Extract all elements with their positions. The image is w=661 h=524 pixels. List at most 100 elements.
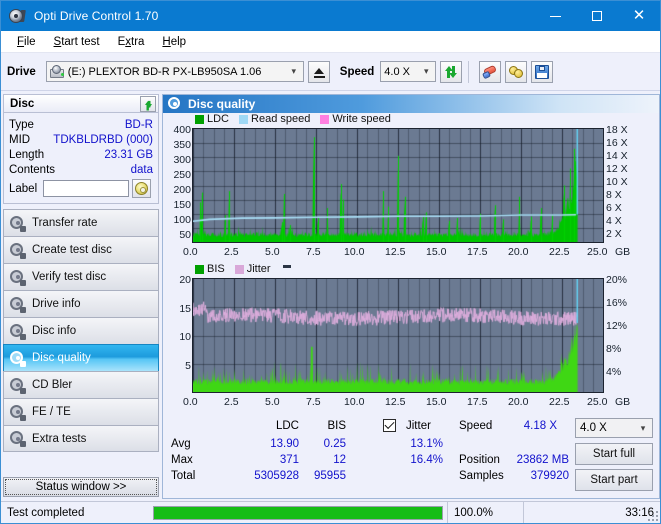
legend-item-read-speed: Read speed (239, 113, 310, 125)
ldc-y2tick-6x: 6 X (606, 202, 622, 214)
checkmark-icon (385, 419, 395, 429)
sidebar-item-disc-quality[interactable]: Disc quality (3, 344, 159, 371)
disc-refresh-button[interactable] (140, 96, 156, 112)
start-full-button[interactable]: Start full (575, 443, 653, 465)
stats-speed-label: Speed (459, 420, 492, 432)
erase-disc-button[interactable] (479, 61, 501, 83)
menu-item-extra[interactable]: Extra (109, 34, 154, 50)
legend-item-write-speed: Write speed (320, 113, 391, 125)
eject-button[interactable] (308, 61, 330, 83)
legend-swatch-write-speed (320, 115, 329, 124)
refresh-button[interactable] (440, 61, 462, 83)
stats-samples-label: Samples (459, 470, 504, 482)
legend-item-jitter: Jitter (235, 263, 271, 275)
bis-y2tick-16p: 16% (606, 297, 627, 309)
disc-value-type: BD-R (125, 119, 153, 131)
legend-swatch-jitter (235, 265, 244, 274)
disc-panel-header: Disc (3, 94, 159, 113)
disc-key-mid: MID (9, 134, 30, 146)
stats-max-jitter: 16.4% (393, 454, 443, 466)
ldc-xtick-8: 20.0 (508, 246, 528, 258)
left-panel: Disc Type BD-R MID TDKBLDRBD (000) Lengt… (3, 94, 159, 499)
eraser-icon (482, 65, 498, 79)
drive-select-value: (E:) PLEXTOR BD-R PX-LB950SA 1.06 (68, 66, 262, 78)
ldc-y2tick-8x: 8 X (606, 189, 622, 201)
stats-samples-value: 379920 (499, 470, 569, 482)
legend-label-bis: BIS (207, 263, 225, 275)
ldc-xtick-9: 22.5 (549, 246, 569, 258)
save-button[interactable] (531, 61, 553, 83)
chevron-down-icon: ▾ (287, 66, 301, 77)
status-window-label: Status window >> (36, 481, 127, 493)
legend-swatch-bis (195, 265, 204, 274)
close-button[interactable]: ✕ (618, 1, 660, 31)
sidebar-item-verify-test-disc[interactable]: Verify test disc (3, 263, 159, 290)
refresh-icon (444, 65, 458, 79)
bis-xtick-7: 17.5 (467, 396, 487, 408)
legend-swatch-ldc (195, 115, 204, 124)
legend-label-jitter: Jitter (247, 263, 271, 275)
sidebar-item-fe-te[interactable]: FE / TE (3, 398, 159, 425)
sidebar-item-create-test-disc[interactable]: Create test disc (3, 236, 159, 263)
speed-select[interactable]: 4.0 X ▾ (380, 61, 436, 82)
content-panel: Disc quality LDC Read speed Write speed (162, 94, 660, 499)
sidebar-item-extra-tests[interactable]: Extra tests (3, 425, 159, 452)
jitter-checkbox[interactable] (383, 419, 396, 432)
resize-grip[interactable] (646, 509, 658, 521)
bis-xtick-8: 20.0 (508, 396, 528, 408)
bis-chart-legend: BIS Jitter (195, 263, 291, 275)
menu-item-file[interactable]: FFileile (8, 34, 45, 50)
stats-row-max-label: Max (171, 454, 193, 466)
ldc-ytick-50: 50 (163, 229, 191, 241)
test-speed-select[interactable]: 4.0 X ▾ (575, 418, 653, 438)
minimize-button[interactable] (534, 1, 576, 31)
disc-key-length: Length (9, 149, 44, 161)
stats-header-bis: BIS (306, 420, 346, 432)
ldc-xtick-4: 10.0 (344, 246, 364, 258)
status-window-button[interactable]: Status window >> (3, 477, 159, 497)
status-message: Test completed (1, 502, 149, 524)
sidebar-item-transfer-rate[interactable]: Transfer rate (3, 209, 159, 236)
stats-row-total-label: Total (171, 470, 195, 482)
title-bar: Opti Drive Control 1.70 ✕ (1, 1, 660, 31)
disc-value-mid: TDKBLDRBD (000) (53, 134, 153, 146)
disc-label-input[interactable] (43, 180, 129, 197)
content-header: Disc quality (163, 95, 659, 113)
window-title: Opti Drive Control 1.70 (34, 9, 158, 23)
menu-item-help[interactable]: Help (153, 34, 195, 50)
drive-select[interactable]: (E:) PLEXTOR BD-R PX-LB950SA 1.06 ▾ (46, 61, 304, 82)
stats-position-value: 23862 MB (499, 454, 569, 466)
ldc-y2tick-4x: 4 X (606, 215, 622, 227)
sidebar-label-disc-quality: Disc quality (32, 352, 91, 364)
toolbar-divider (468, 61, 469, 83)
sidebar-label-drive-info: Drive info (32, 298, 81, 310)
chevron-down-icon: ▾ (419, 66, 433, 77)
sidebar-label-verify-test-disc: Verify test disc (32, 271, 106, 283)
ldc-xtick-7: 17.5 (467, 246, 487, 258)
disc-icon (10, 378, 25, 393)
bis-xtick-2: 5.0 (265, 396, 280, 408)
ldc-ytick-300: 300 (163, 154, 191, 166)
legend-label-read-speed: Read speed (251, 113, 310, 125)
progress-bar (153, 506, 443, 520)
disc-label-button[interactable] (132, 179, 151, 198)
ldc-ytick-100: 100 (163, 214, 191, 226)
status-bar: Test completed 100.0% 33:16 (1, 501, 660, 523)
disc-key-label: Label (9, 183, 37, 195)
bis-y2tick-8p: 8% (606, 343, 621, 355)
optical-drive-icon (50, 65, 65, 79)
sidebar-item-cd-bler[interactable]: CD Bler (3, 371, 159, 398)
ldc-xtick-5: 12.5 (385, 246, 405, 258)
disc-value-length: 23.31 GB (104, 149, 153, 161)
stats-max-bis: 12 (306, 454, 346, 466)
start-full-label: Start full (593, 448, 635, 460)
maximize-button[interactable] (576, 1, 618, 31)
start-part-button[interactable]: Start part (575, 469, 653, 491)
settings-button[interactable] (505, 61, 527, 83)
disc-info-body: Type BD-R MID TDKBLDRBD (000) Length 23.… (3, 113, 159, 204)
sidebar-item-drive-info[interactable]: Drive info (3, 290, 159, 317)
menu-item-start-test[interactable]: Start test (45, 34, 109, 50)
sidebar-item-disc-info[interactable]: Disc info (3, 317, 159, 344)
ldc-y2tick-2x: 2 X (606, 228, 622, 240)
sidebar-label-transfer-rate: Transfer rate (32, 217, 97, 229)
